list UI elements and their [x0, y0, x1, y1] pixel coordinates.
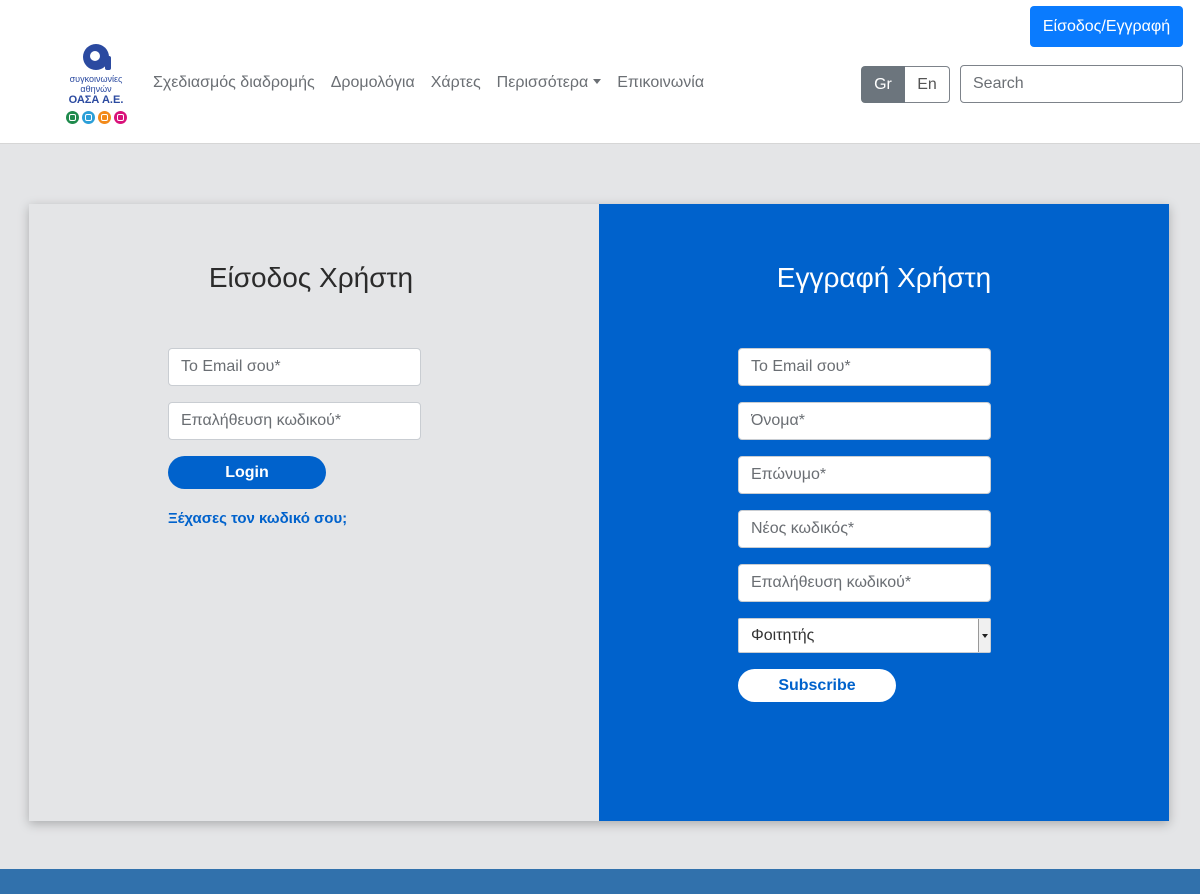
- subscribe-button[interactable]: Subscribe: [738, 669, 896, 702]
- auth-container: Είσοδος Χρήστη Login Ξέχασες τον κωδικό …: [29, 204, 1169, 821]
- logo-text-line2: αθηνών: [80, 84, 112, 94]
- nav-maps[interactable]: Χάρτες: [431, 74, 481, 92]
- role-select-value: Φοιτητής: [751, 626, 815, 644]
- search-input[interactable]: [960, 65, 1183, 103]
- lang-en-button[interactable]: En: [905, 66, 950, 103]
- register-surname-input[interactable]: [738, 456, 991, 494]
- login-email-input[interactable]: [168, 348, 421, 386]
- register-name-input[interactable]: [738, 402, 991, 440]
- oasa-logo[interactable]: συγκοινωνίες αθηνών ΟΑΣΑ Α.Ε.: [57, 42, 135, 130]
- site-header: συγκοινωνίες αθηνών ΟΑΣΑ Α.Ε. Σχεδιασμός…: [0, 0, 1200, 144]
- register-confirm-password-input[interactable]: [738, 564, 991, 602]
- nav-route-planning[interactable]: Σχεδιασμός διαδρομής: [153, 74, 315, 92]
- transport-icons: [57, 111, 135, 124]
- register-title: Εγγραφή Χρήστη: [776, 262, 992, 293]
- login-register-button[interactable]: Είσοδος/Εγγραφή: [1030, 6, 1183, 47]
- login-title: Είσοδος Χρήστη: [208, 262, 414, 293]
- language-switcher: Gr En: [861, 66, 950, 103]
- login-panel: Είσοδος Χρήστη Login Ξέχασες τον κωδικό …: [29, 204, 599, 821]
- register-new-password-input[interactable]: [738, 510, 991, 548]
- nav-schedules[interactable]: Δρομολόγια: [331, 74, 415, 92]
- caret-down-icon: [593, 79, 602, 84]
- role-select[interactable]: Φοιτητής: [738, 618, 991, 653]
- oasa-alpha-icon: [83, 44, 111, 70]
- logo-text-line3: ΟΑΣΑ Α.Ε.: [68, 94, 124, 106]
- site-footer: [0, 869, 1200, 894]
- nav-more-label: Περισσότερα: [496, 74, 589, 91]
- tram-icon: [65, 111, 79, 124]
- logo-text-line1: συγκοινωνίες: [69, 74, 123, 84]
- main-nav: Σχεδιασμός διαδρομής Δρομολόγια Χάρτες Π…: [153, 74, 704, 92]
- register-email-input[interactable]: [738, 348, 991, 386]
- trolley-icon: [97, 111, 111, 124]
- login-password-input[interactable]: [168, 402, 421, 440]
- lang-gr-button[interactable]: Gr: [861, 66, 905, 103]
- select-arrow-icon: [978, 619, 990, 652]
- forgot-password-link[interactable]: Ξέχασες τον κωδικό σου;: [168, 510, 347, 527]
- register-panel: Εγγραφή Χρήστη Φοιτητής Subscribe: [599, 204, 1169, 821]
- nav-contact[interactable]: Επικοινωνία: [617, 74, 704, 92]
- nav-more-dropdown[interactable]: Περισσότερα: [497, 74, 602, 92]
- metro-icon: [113, 111, 127, 124]
- bus-icon: [81, 111, 95, 124]
- login-button[interactable]: Login: [168, 456, 326, 489]
